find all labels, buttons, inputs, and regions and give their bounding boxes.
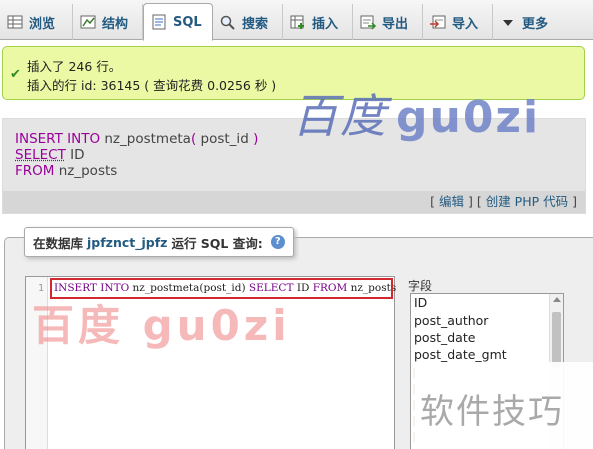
bracket: ] xyxy=(572,194,577,209)
tab-bar: 浏览 结构 SQL 搜索 插入 导出 导入 更多 xyxy=(0,0,593,41)
sql-keyword: INSERT INTO xyxy=(15,131,101,147)
export-icon xyxy=(359,14,377,30)
database-name: jpfznct_jpfz xyxy=(87,234,168,250)
tab-label: 导出 xyxy=(382,16,409,32)
list-item[interactable]: ID xyxy=(414,295,427,310)
query-actions-bar: [ 编辑 ] [ 创建 PHP 代码 ] xyxy=(3,191,585,213)
bracket: ] [ xyxy=(467,194,482,209)
phpmyadmin-sql-page: 浏览 结构 SQL 搜索 插入 导出 导入 更多 ✔ 插入了 246 行。 插入… xyxy=(0,0,593,449)
tab-export[interactable]: 导出 xyxy=(353,4,423,40)
create-php-code-link[interactable]: 创建 PHP 代码 xyxy=(486,194,568,209)
list-item[interactable]: post_date_gmt xyxy=(414,347,507,362)
sql-column: post_id xyxy=(200,131,249,147)
sql-table: nz_posts xyxy=(58,163,118,179)
executed-sql: INSERT INTO nz_postmeta( post_id ) SELEC… xyxy=(15,131,258,179)
tab-label: 搜索 xyxy=(242,16,269,32)
legend-text: 在数据库 xyxy=(33,235,84,251)
scrollbar-thumb[interactable] xyxy=(552,312,561,367)
help-icon[interactable]: ? xyxy=(270,235,285,249)
tab-structure[interactable]: 结构 xyxy=(73,4,143,40)
sql-icon xyxy=(150,14,168,30)
edit-link[interactable]: 编辑 xyxy=(439,194,464,209)
tab-search[interactable]: 搜索 xyxy=(213,4,283,40)
chevron-down-icon xyxy=(499,14,517,30)
structure-icon xyxy=(79,14,97,30)
browse-icon xyxy=(6,14,24,30)
sql-paren: ( xyxy=(190,131,197,147)
scroll-up-icon[interactable] xyxy=(553,297,561,302)
watermark-middle: 百度 gu0zi xyxy=(32,301,291,350)
tab-label: 导入 xyxy=(452,16,479,32)
tab-label: 更多 xyxy=(522,16,549,32)
rows-inserted-text: 插入了 246 行。 xyxy=(27,59,122,74)
sql-table: nz_postmeta xyxy=(104,131,191,147)
tab-label: 插入 xyxy=(312,16,339,32)
bracket: [ xyxy=(430,194,435,209)
checkmark-icon: ✔ xyxy=(10,67,21,82)
insert-icon xyxy=(289,14,307,30)
tab-browse[interactable]: 浏览 xyxy=(0,4,73,40)
insert-id-text: 插入的行 id: 36145 ( 查询花费 0.0256 秒 ) xyxy=(27,78,277,93)
sql-column: ID xyxy=(70,147,85,163)
legend-text: 运行 SQL 查询: xyxy=(171,235,263,251)
import-icon xyxy=(429,14,447,30)
run-sql-legend: 在数据库 jpfznct_jpfz 运行 SQL 查询: ? xyxy=(24,227,294,257)
tab-label: 浏览 xyxy=(29,16,56,32)
list-item[interactable]: post_date xyxy=(414,330,475,345)
search-icon xyxy=(219,14,237,30)
sql-keyword: FROM xyxy=(15,163,55,179)
tab-sql[interactable]: SQL xyxy=(143,3,213,41)
list-item[interactable]: post_author xyxy=(414,313,488,328)
watermark-text: gu0zi xyxy=(396,92,541,143)
tab-label: 结构 xyxy=(102,16,129,32)
sql-paren: ) xyxy=(253,131,259,147)
watermark-text: 百度 xyxy=(292,89,388,143)
tab-insert[interactable]: 插入 xyxy=(283,4,353,40)
watermark-top: 百度 gu0zi xyxy=(292,80,540,146)
tab-label: SQL xyxy=(173,14,202,30)
tab-more[interactable]: 更多 xyxy=(493,4,563,40)
watermark-corner: 软件技巧 xyxy=(420,392,564,432)
sql-keyword: SELECT xyxy=(15,147,66,163)
tab-import[interactable]: 导入 xyxy=(423,4,493,40)
fields-label: 字段 xyxy=(408,279,433,293)
